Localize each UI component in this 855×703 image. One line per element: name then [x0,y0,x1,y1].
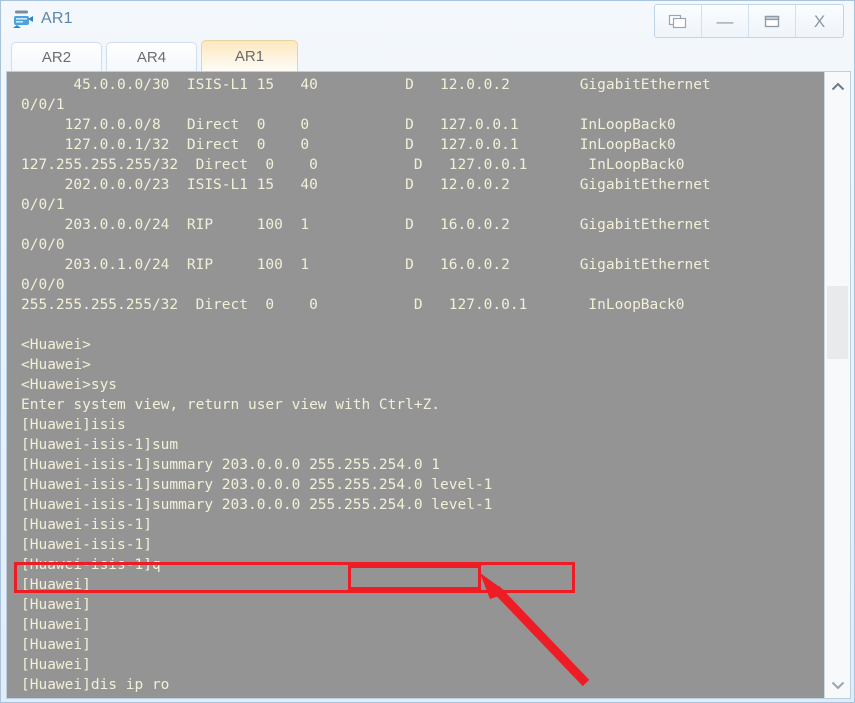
close-window-button[interactable]: X [796,5,843,37]
title-bar: AR1 — X [1,1,855,41]
window-title: AR1 [41,10,73,27]
terminal-line: [Huawei] [21,617,91,633]
minimize-icon: — [716,11,734,31]
terminal-line: [Huawei-isis-1]q [21,557,161,573]
terminal-line: [Huawei] [21,577,91,593]
tab-ar1[interactable]: AR1 [201,40,298,72]
chevron-down-icon [831,681,844,690]
terminal-line: [Huawei-isis-1]summary 203.0.0.0 255.255… [21,497,493,513]
terminal-line: 203.0.0.0/24 RIP 100 1 D 16.0.0.2 Gigabi… [21,217,711,233]
terminal-line: 127.0.0.0/8 Direct 0 0 D 127.0.0.1 InLoo… [21,117,676,133]
restore-icon [668,14,687,29]
scrollbar-thumb[interactable] [827,286,848,359]
terminal-line: 0/0/1 [21,197,65,213]
tab-label: AR4 [136,49,167,66]
terminal-line: [Huawei] [21,597,91,613]
terminal-line: [Huawei-isis-1] [21,517,152,533]
terminal-scrollbar[interactable] [824,72,850,698]
tab-strip: AR2 AR4 AR1 [1,39,855,72]
terminal-line: [Huawei] [21,657,91,673]
scroll-down-button[interactable] [825,674,850,696]
restore-window-button[interactable] [655,5,702,37]
tab-label: AR2 [41,49,72,66]
terminal-line: 202.0.0.0/23 ISIS-L1 15 40 D 12.0.0.2 Gi… [21,177,711,193]
terminal-line: 255.255.255.255/32 Direct 0 0 D 127.0.0.… [21,297,685,313]
router-icon [11,7,35,31]
maximize-icon [764,15,780,27]
callout-label: 子网聚合 [559,697,631,698]
terminal-line: [Huawei]isis [21,417,126,433]
terminal-line: 0/0/1 [21,97,65,113]
terminal-line: [Huawei-isis-1]sum [21,437,179,453]
terminal-line: 0/0/0 [21,277,65,293]
terminal-line: 127.0.0.1/32 Direct 0 0 D 127.0.0.1 InLo… [21,137,676,153]
putty-terminal-window: AR1 — X AR2 AR4 AR1 45.0.0.0/30 ISIS-L1 … [0,0,855,703]
terminal-line: [Huawei]dis ip ro [21,677,170,693]
terminal-text: 45.0.0.0/30 ISIS-L1 15 40 D 12.0.0.2 Gig… [21,75,821,695]
terminal-line: 203.0.1.0/24 RIP 100 1 D 16.0.0.2 Gigabi… [21,257,711,273]
terminal-line: 127.255.255.255/32 Direct 0 0 D 127.0.0.… [21,157,685,173]
tab-ar4[interactable]: AR4 [106,42,197,72]
tab-label: AR1 [234,48,265,65]
window-controls: — X [654,4,844,38]
terminal-line: 45.0.0.0/30 ISIS-L1 15 40 D 12.0.0.2 Gig… [21,77,711,93]
tab-ar2[interactable]: AR2 [11,42,102,72]
terminal-output[interactable]: 45.0.0.0/30 ISIS-L1 15 40 D 12.0.0.2 Gig… [7,72,824,698]
tab-list: AR2 AR4 AR1 [11,39,302,72]
terminal-line: 0/0/0 [21,237,65,253]
terminal-line: [Huawei-isis-1] [21,537,152,553]
chevron-up-icon [831,82,844,91]
terminal-panel: 45.0.0.0/30 ISIS-L1 15 40 D 12.0.0.2 Gig… [6,71,851,699]
terminal-line: <Huawei> [21,337,91,353]
terminal-line: Enter system view, return user view with… [21,397,441,413]
title-bar-left: AR1 [11,7,73,31]
maximize-window-button[interactable] [749,5,796,37]
terminal-line: [Huawei-isis-1]summary 203.0.0.0 255.255… [21,457,441,473]
close-icon: X [813,11,826,31]
scroll-up-button[interactable] [825,76,850,98]
terminal-line: <Huawei>sys [21,377,118,393]
minimize-window-button[interactable]: — [702,5,749,37]
terminal-line: [Huawei-isis-1]summary 203.0.0.0 255.255… [21,477,493,493]
terminal-line: [Huawei] [21,637,91,653]
terminal-line: <Huawei> [21,357,91,373]
